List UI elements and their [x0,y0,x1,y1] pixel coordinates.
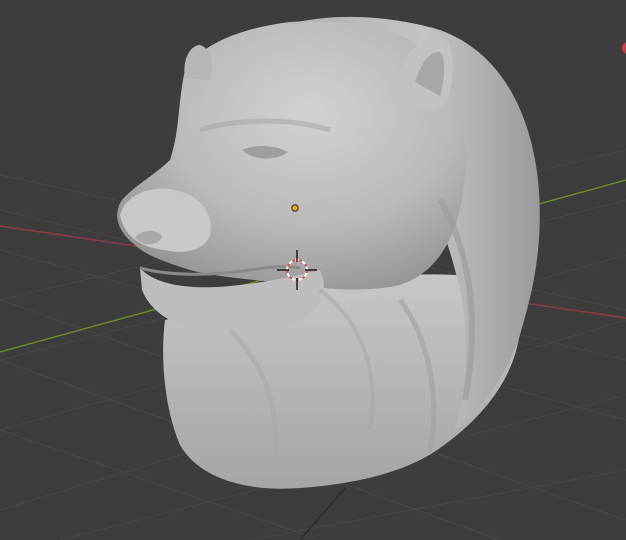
object-origin[interactable] [291,204,299,212]
lion-head-mesh[interactable] [117,16,540,489]
3d-viewport[interactable] [0,0,626,540]
gizmo-x-axis-icon[interactable] [622,42,626,54]
z-axis-line [299,487,346,540]
viewport-canvas[interactable] [0,0,626,540]
